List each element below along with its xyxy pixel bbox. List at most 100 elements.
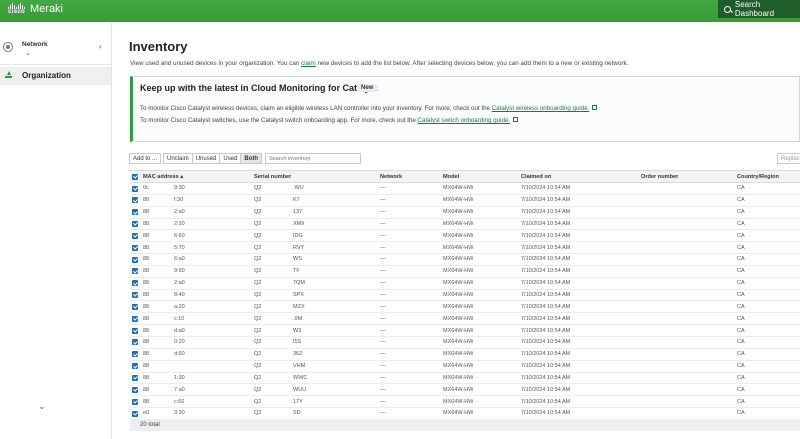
column-header-model[interactable]: Model	[443, 171, 459, 182]
sidebar-item-organization[interactable]: Organization	[0, 67, 111, 85]
chevron-down-icon[interactable]: ⌄	[38, 401, 46, 412]
table-row[interactable]: 88 d:60 Q2 36Z — MX64W-HW 7/10/2024 10:54 AM CA	[130, 349, 800, 361]
network-cell: —	[380, 398, 386, 405]
table-row[interactable]: 88 2:20 Q2 XM9 — MX64W-HW 7/10/2024 10:54 AM CA	[130, 219, 800, 231]
row-checkbox[interactable]	[132, 303, 138, 310]
row-checkbox[interactable]	[132, 256, 138, 263]
claimed-on-cell: 7/10/2024 10:54 AM	[521, 185, 571, 192]
serial-suffix: SPX	[293, 292, 305, 299]
mac-prefix: 88	[143, 256, 150, 263]
switch-guide-link[interactable]: Catalyst switch onboarding guide.	[418, 117, 511, 124]
mac-prefix: 88	[143, 398, 150, 405]
table-row[interactable]: 88 2:a0 Q2 137 — MX64W-HW 7/10/2024 10:54 AM CA	[130, 207, 800, 219]
filter-unclaim[interactable]: Unclaim	[163, 153, 192, 164]
claim-link[interactable]: claim	[301, 60, 316, 67]
claimed-on-cell: 7/10/2024 10:54 AM	[521, 327, 571, 334]
row-checkbox[interactable]	[132, 244, 138, 251]
row-checkbox[interactable]	[132, 363, 138, 370]
new-badge: New	[357, 84, 378, 92]
table-row[interactable]: 88 5:70 Q2 RVY — MX64W-HW 7/10/2024 10:54 AM CA	[130, 242, 800, 255]
column-header-country[interactable]: Country/Region	[737, 171, 779, 182]
wireless-guide-link[interactable]: Catalyst wireless onboarding guide.	[492, 105, 590, 112]
row-checkbox[interactable]	[132, 327, 138, 334]
row-checkbox[interactable]	[132, 375, 138, 381]
serial-suffix: WUU	[293, 386, 307, 393]
network-cell: —	[380, 197, 386, 204]
filter-both[interactable]: Both	[240, 153, 263, 164]
country-cell: CA	[737, 327, 745, 334]
claimed-on-cell: 7/10/2024 10:54 AM	[521, 363, 571, 370]
filter-used[interactable]: Used	[219, 153, 241, 164]
table-row[interactable]: 88 6:a0 Q2 WS — MX64W-HW 7/10/2024 10:54 AM CA	[130, 254, 800, 266]
table-row[interactable]: 88 c:10 Q2 .9M — MX64W-HW 7/10/2024 10:54 AM CA	[130, 313, 800, 326]
main-content: Inventory View used and unused devices i…	[112, 22, 800, 439]
row-checkbox[interactable]	[132, 339, 138, 346]
table-row[interactable]: 88 9:60 Q2 TF — MX64W-HW 7/10/2024 10:54 AM CA	[130, 266, 800, 278]
serial-suffix: IDG	[293, 232, 303, 239]
row-checkbox[interactable]	[132, 398, 138, 405]
add-to-dropdown[interactable]: Add to ...	[129, 153, 162, 164]
table-row[interactable]: 88 f:30 Q2 K7 — MX64W-HW 7/10/2024 10:54 AM CA	[130, 195, 800, 207]
brand-logo[interactable]: cisco Meraki	[8, 3, 63, 15]
serial-suffix: VHM	[293, 363, 306, 370]
table-row[interactable]: 88 8:40 Q2 SPX — MX64W-HW 7/10/2024 10:54 AM CA	[130, 290, 800, 302]
row-checkbox[interactable]	[132, 315, 138, 322]
table-row[interactable]: 88 2:a0 Q2 7QM — MX64W-HW 7/10/2024 10:54 AM CA	[130, 278, 800, 290]
row-checkbox[interactable]	[132, 268, 138, 275]
column-header-serial[interactable]: Serial number	[254, 171, 291, 182]
table-row[interactable]: 88 Q2 VHM — MX64W-HW 7/10/2024 10:54 AM CA	[130, 361, 800, 373]
column-header-mac[interactable]: MAC address ▴	[143, 171, 183, 182]
row-checkbox[interactable]	[132, 386, 138, 393]
row-checkbox[interactable]	[132, 209, 138, 216]
table-row[interactable]: 0c 9:30 Q2 .WU — MX64W-HW 7/10/2024 10:54 AM CA	[130, 183, 800, 195]
row-checkbox[interactable]	[132, 351, 138, 358]
filter-unused[interactable]: Unused	[191, 153, 220, 164]
country-cell: CA	[737, 374, 745, 381]
search-dashboard-button[interactable]: Search Dashboard	[718, 0, 800, 18]
column-header-order-number[interactable]: Order number	[641, 171, 678, 182]
mac-suffix: 7:a0	[174, 386, 185, 393]
table-row[interactable]: 88 1:30 Q2 WWC — MX64W-HW 7/10/2024 10:54 AM CA	[130, 373, 800, 385]
table-row[interactable]: 88 6:60 Q2 IDG — MX64W-HW 7/10/2024 10:54 AM CA	[130, 230, 800, 243]
serial-prefix: Q2	[254, 315, 262, 322]
cisco-word: cisco	[8, 9, 25, 15]
row-checkbox[interactable]	[132, 232, 138, 239]
sidebar-divider	[0, 64, 112, 65]
mac-prefix: 88	[143, 244, 150, 251]
claimed-on-cell: 7/10/2024 10:54 AM	[521, 232, 571, 239]
model-cell: MX64W-HW	[443, 410, 474, 417]
country-cell: CA	[737, 244, 745, 251]
column-header-network[interactable]: Network	[380, 171, 402, 182]
search-inventory-input[interactable]	[265, 153, 362, 164]
mac-prefix: 88	[143, 374, 150, 381]
search-icon	[724, 5, 731, 13]
column-header-claimed-on[interactable]: Claimed on	[521, 171, 551, 182]
country-cell: CA	[737, 398, 745, 405]
row-checkbox[interactable]	[132, 221, 138, 228]
table-footer-total: 20 total	[130, 419, 800, 431]
model-cell: MX64W-HW	[443, 374, 474, 381]
mac-prefix: 88	[143, 351, 150, 358]
table-row[interactable]: 88 7:a0 Q2 WUU — MX64W-HW 7/10/2024 10:54 AM CA	[130, 384, 800, 397]
mac-suffix: 0:20	[174, 339, 185, 346]
desc-text-after: new devices to add the list below. After…	[315, 60, 629, 67]
table-row[interactable]: 88 0:20 Q2 I5S — MX64W-HW 7/10/2024 10:54 AM CA	[130, 337, 800, 349]
row-checkbox[interactable]	[132, 410, 138, 417]
table-row[interactable]: 88 c:60 Q2 17Y — MX64W-HW 7/10/2024 10:54 AM CA	[130, 396, 800, 409]
network-cell: —	[380, 232, 386, 239]
replace-button[interactable]: Replac	[777, 153, 800, 164]
country-cell: CA	[737, 209, 745, 216]
model-cell: MX64W-HW	[443, 185, 474, 192]
page-title: Inventory	[129, 39, 188, 54]
table-row[interactable]: 88 d:a0 Q2 W3 — MX64W-HW 7/10/2024 10:54 AM CA	[130, 325, 800, 337]
row-checkbox[interactable]	[132, 292, 138, 299]
mac-prefix: 88	[143, 220, 150, 227]
table-row[interactable]: 88 a:20 Q2 MZX — MX64W-HW 7/10/2024 10:54 AM CA	[130, 301, 800, 314]
row-checkbox[interactable]	[132, 280, 138, 287]
row-checkbox[interactable]	[132, 185, 138, 192]
row-checkbox[interactable]	[132, 197, 138, 204]
claimed-on-cell: 7/10/2024 10:54 AM	[521, 386, 571, 393]
mac-prefix: 88	[143, 268, 150, 275]
collapse-chevron-icon[interactable]: ‹	[99, 42, 102, 51]
select-all-checkbox[interactable]	[132, 174, 138, 180]
